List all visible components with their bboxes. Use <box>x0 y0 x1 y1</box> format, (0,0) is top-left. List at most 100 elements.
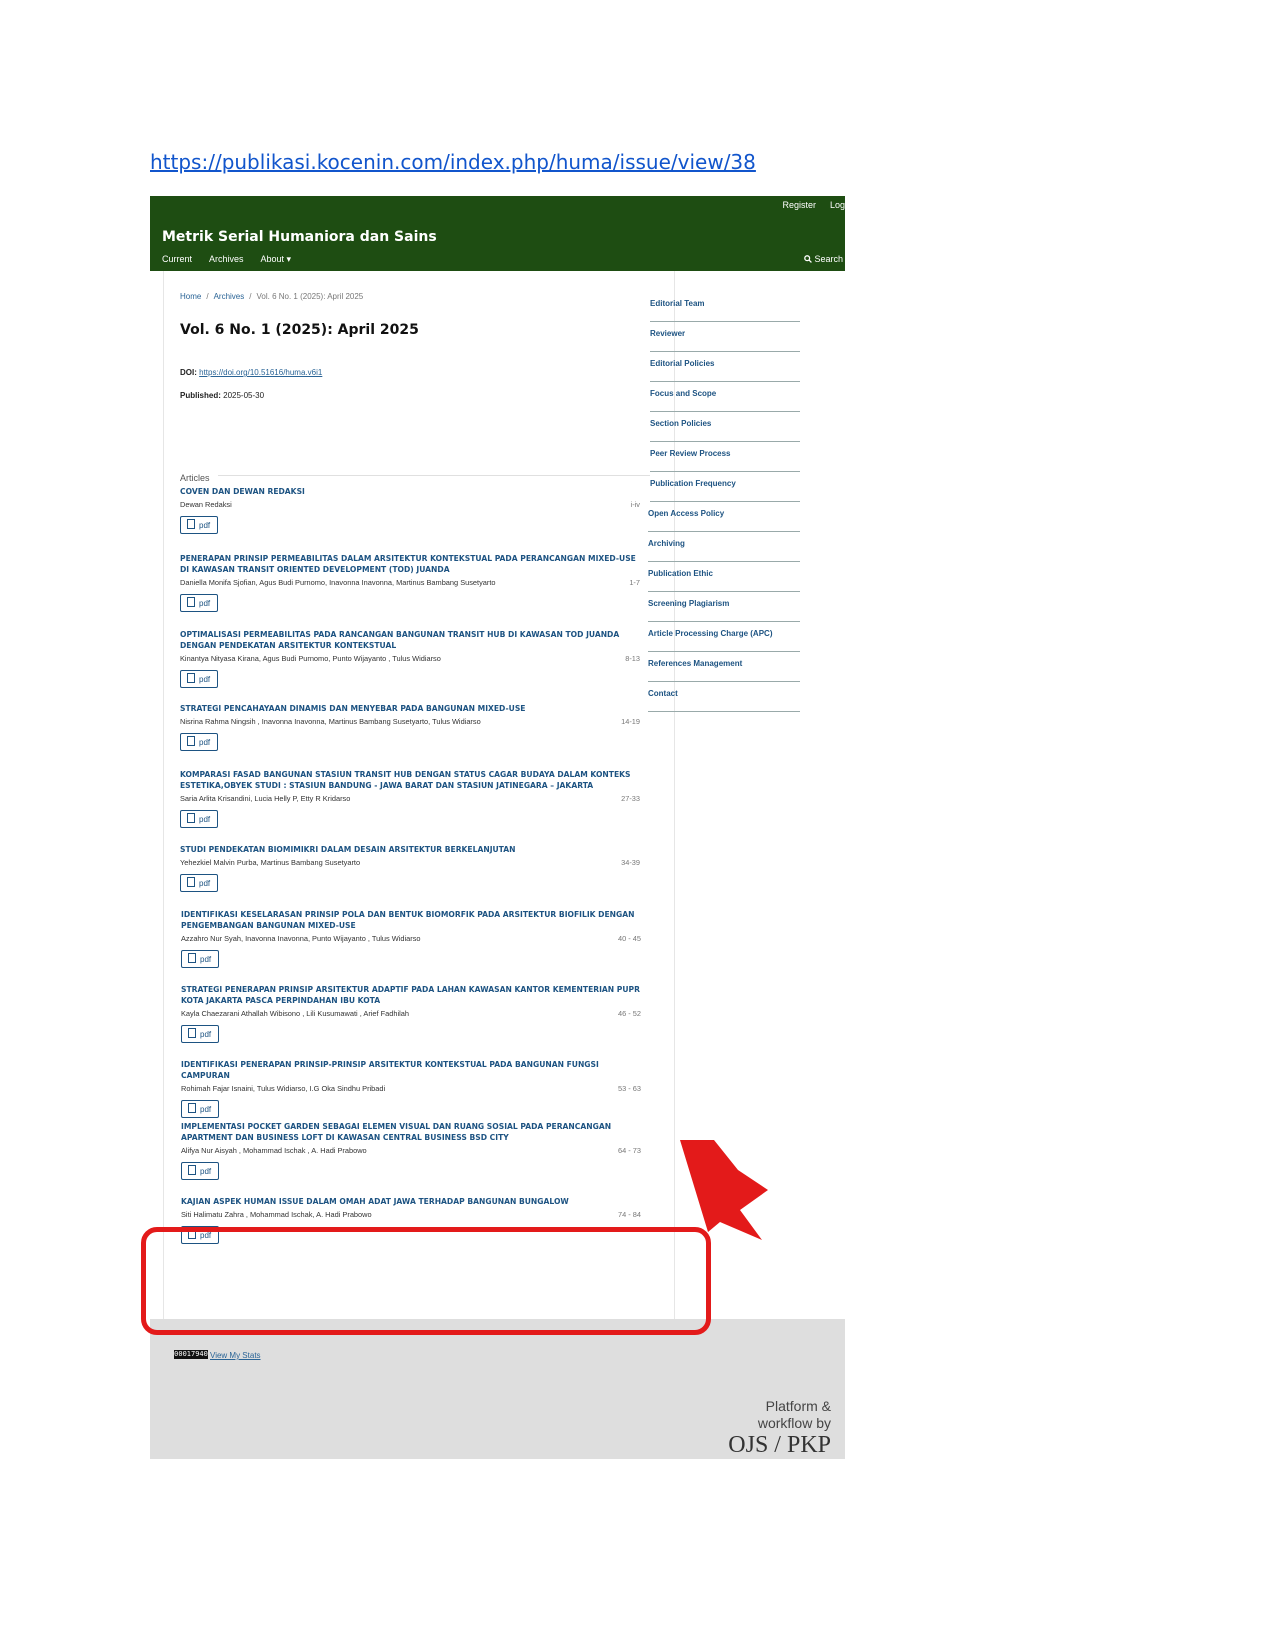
article-title-link[interactable]: STUDI PENDEKATAN BIOMIMIKRI DALAM DESAIN… <box>180 844 640 855</box>
nav-about[interactable]: About ▾ <box>261 254 292 264</box>
site-title[interactable]: Metrik Serial Humaniora dan Sains <box>162 229 437 245</box>
article-title-link[interactable]: OPTIMALISASI PERMEABILITAS PADA RANCANGA… <box>180 629 640 651</box>
article-authors: Rohimah Fajar Isnaini, Tulus Widiarso, I… <box>181 1084 386 1093</box>
article-pages: 53 - 63 <box>617 1084 641 1093</box>
sidebar-item[interactable]: Screening Plagiarism <box>648 592 800 622</box>
section-heading: Articles <box>180 468 650 483</box>
article-authors: Yehezkiel Malvin Purba, Martinus Bambang… <box>180 858 361 867</box>
pdf-button[interactable]: pdf <box>180 594 219 612</box>
article-meta: Dewan Redaksi i-iv <box>180 500 640 511</box>
breadcrumb-separator: / <box>249 292 252 301</box>
file-icon <box>187 877 195 887</box>
pdf-button[interactable]: pdf <box>181 1162 220 1180</box>
file-icon <box>188 953 196 963</box>
pdf-button[interactable]: pdf <box>181 950 220 968</box>
article-item: IMPLEMENTASI POCKET GARDEN SEBAGAI ELEME… <box>181 1121 641 1180</box>
sidebar-item[interactable]: Editorial Policies <box>650 352 800 382</box>
pdf-button[interactable]: pdf <box>180 810 219 828</box>
pdf-label: pdf <box>200 1030 212 1039</box>
sidebar-item[interactable]: Peer Review Process <box>650 442 800 472</box>
pdf-button[interactable]: pdf <box>181 1025 220 1043</box>
sidebar-item[interactable]: Editorial Team <box>650 292 800 322</box>
pdf-label: pdf <box>199 815 211 824</box>
breadcrumb-home[interactable]: Home <box>180 292 201 301</box>
breadcrumb-separator: / <box>206 292 209 301</box>
sidebar-item[interactable]: References Management <box>648 652 800 682</box>
nav-archives[interactable]: Archives <box>209 254 244 264</box>
article-title-link[interactable]: STRATEGI PENERAPAN PRINSIP ARSITEKTUR AD… <box>181 984 641 1006</box>
sidebar-item[interactable]: Publication Ethic <box>648 562 800 592</box>
article-authors: Nisrina Rahma Ningsih , Inavonna Inavonn… <box>180 717 481 726</box>
pdf-label: pdf <box>200 1105 212 1114</box>
sidebar-item[interactable]: Open Access Policy <box>648 502 800 532</box>
sidebar-item[interactable]: Publication Frequency <box>650 472 800 502</box>
article-meta: Alifya Nur Aisyah , Mohammad Ischak , A.… <box>181 1146 641 1157</box>
article-meta: Rohimah Fajar Isnaini, Tulus Widiarso, I… <box>181 1084 641 1095</box>
nav-current[interactable]: Current <box>162 254 192 264</box>
pdf-label: pdf <box>199 521 211 530</box>
sidebar-item[interactable]: Article Processing Charge (APC) <box>648 622 800 652</box>
sidebar-item[interactable]: Focus and Scope <box>650 382 800 412</box>
article-authors: Saria Arlita Krisandini, Lucia Helly P, … <box>180 794 351 803</box>
pdf-label: pdf <box>199 599 211 608</box>
article-authors: Siti Halimatu Zahra , Mohammad Ischak, A… <box>181 1210 372 1219</box>
doi-link[interactable]: https://doi.org/10.51616/huma.v6i1 <box>199 368 322 377</box>
sidebar-item[interactable]: Reviewer <box>650 322 800 352</box>
red-arrow-annotation <box>680 1140 768 1240</box>
file-icon <box>187 519 195 529</box>
article-pages: i-iv <box>630 500 640 509</box>
breadcrumb-archives[interactable]: Archives <box>214 292 245 301</box>
article-item: KOMPARASI FASAD BANGUNAN STASIUN TRANSIT… <box>180 769 640 828</box>
platform-text-line1: Platform & <box>765 1398 831 1414</box>
article-item: PENERAPAN PRINSIP PERMEABILITAS DALAM AR… <box>180 553 640 612</box>
article-pages: 27-33 <box>621 794 640 803</box>
article-title-link[interactable]: IMPLEMENTASI POCKET GARDEN SEBAGAI ELEME… <box>181 1121 641 1143</box>
article-authors: Daniella Monifa Sjofian, Agus Budi Purno… <box>180 578 496 587</box>
login-link[interactable]: Log <box>830 200 845 210</box>
page-title: Vol. 6 No. 1 (2025): April 2025 <box>180 322 419 338</box>
pdf-label: pdf <box>199 879 211 888</box>
site-header: Register Log Metrik Serial Humaniora dan … <box>150 196 845 271</box>
article-title-link[interactable]: COVEN DAN DEWAN REDAKSI <box>180 486 640 497</box>
pdf-label: pdf <box>199 675 211 684</box>
article-item: STUDI PENDEKATAN BIOMIMIKRI DALAM DESAIN… <box>180 844 640 892</box>
article-authors: Azzahro Nur Syah, Inavonna Inavonna, Pun… <box>181 934 421 943</box>
article-title-link[interactable]: STRATEGI PENCAHAYAAN DINAMIS DAN MENYEBA… <box>180 703 640 714</box>
article-title-link[interactable]: KOMPARASI FASAD BANGUNAN STASIUN TRANSIT… <box>180 769 640 791</box>
sidebar-item[interactable]: Archiving <box>648 532 800 562</box>
sidebar-item[interactable]: Contact <box>648 682 800 712</box>
view-stats-link[interactable]: View My Stats <box>210 1351 261 1360</box>
pdf-label: pdf <box>199 738 211 747</box>
pdf-button[interactable]: pdf <box>180 733 219 751</box>
pdf-button[interactable]: pdf <box>180 670 219 688</box>
ojs-pkp-logo[interactable]: OJS / PKP <box>728 1432 831 1459</box>
article-pages: 40 - 45 <box>617 934 641 943</box>
issue-url-link[interactable]: https://publikasi.kocenin.com/index.php/… <box>150 150 756 174</box>
search-button[interactable]: Search <box>804 254 843 264</box>
article-pages: 34-39 <box>621 858 640 867</box>
pdf-button[interactable]: pdf <box>180 516 219 534</box>
article-meta: Kinantya Nityasa Kirana, Agus Budi Purno… <box>180 654 640 665</box>
search-icon <box>804 255 812 263</box>
article-title-link[interactable]: PENERAPAN PRINSIP PERMEABILITAS DALAM AR… <box>180 553 640 575</box>
issue-doi: DOI: https://doi.org/10.51616/huma.v6i1 <box>180 368 322 377</box>
pdf-button[interactable]: pdf <box>181 1100 220 1118</box>
article-pages: 64 - 73 <box>617 1146 641 1155</box>
platform-text-line2: workflow by <box>757 1415 831 1431</box>
article-pages: 1-7 <box>629 578 640 587</box>
article-pages: 8-13 <box>625 654 640 663</box>
article-title-link[interactable]: IDENTIFIKASI PENERAPAN PRINSIP-PRINSIP A… <box>181 1059 641 1081</box>
article-meta: Kayla Chaezarani Athallah Wibisono , Lil… <box>181 1009 641 1020</box>
article-meta: Siti Halimatu Zahra , Mohammad Ischak, A… <box>181 1210 641 1221</box>
pdf-button[interactable]: pdf <box>180 874 219 892</box>
article-meta: Azzahro Nur Syah, Inavonna Inavonna, Pun… <box>181 934 641 945</box>
article-item: OPTIMALISASI PERMEABILITAS PADA RANCANGA… <box>180 629 640 688</box>
article-title-link[interactable]: IDENTIFIKASI KESELARASAN PRINSIP POLA DA… <box>181 909 641 931</box>
article-title-link[interactable]: KAJIAN ASPEK HUMAN ISSUE DALAM OMAH ADAT… <box>181 1196 641 1207</box>
file-icon <box>187 736 195 746</box>
pdf-label: pdf <box>200 955 212 964</box>
sidebar-item[interactable]: Section Policies <box>650 412 800 442</box>
article-authors: Kinantya Nityasa Kirana, Agus Budi Purno… <box>180 654 441 663</box>
register-link[interactable]: Register <box>782 200 816 210</box>
file-icon <box>188 1165 196 1175</box>
